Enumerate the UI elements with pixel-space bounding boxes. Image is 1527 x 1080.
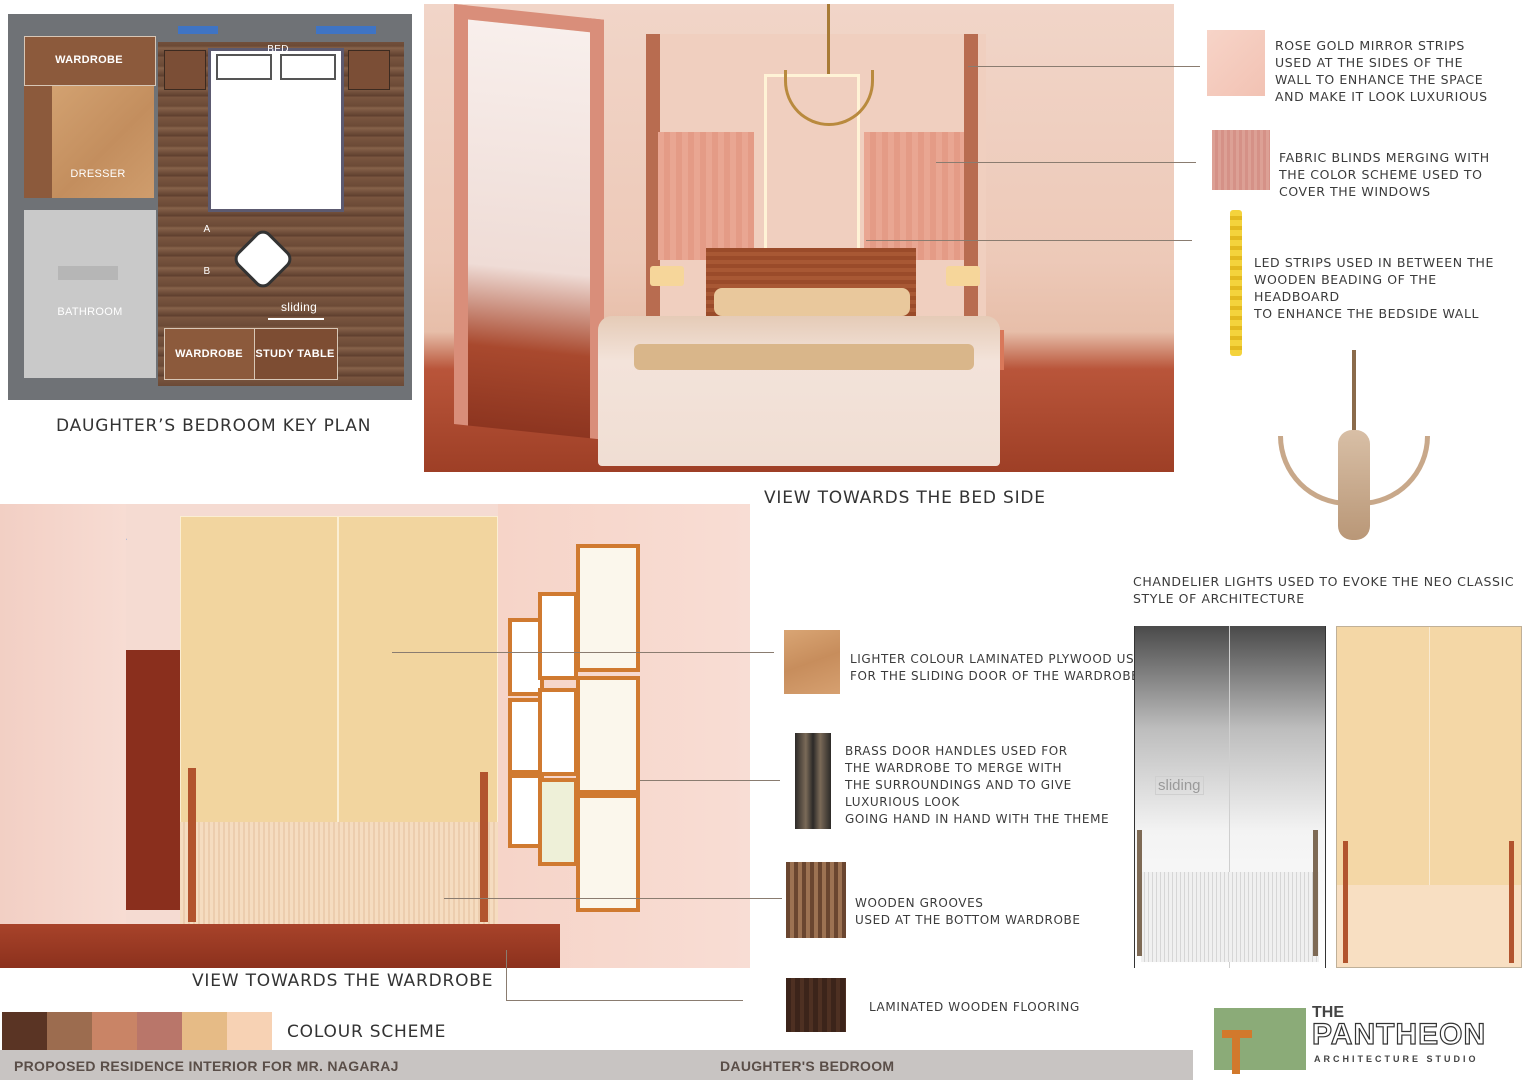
plan-bathroom-fixture [58, 266, 118, 280]
logo-studio: ARCHITECTURE STUDIO [1314, 1054, 1479, 1064]
wood-floor [0, 924, 560, 968]
pantheon-logo: THE PANTHEON ARCHITECTURE STUDIO [1214, 1004, 1514, 1078]
note-grooves: WOODEN GROOVES USED AT THE BOTTOM WARDRO… [855, 896, 1081, 927]
note-plywood: LIGHTER COLOUR LAMINATED PLYWOOD USED FO… [850, 652, 1152, 683]
left-wall [0, 504, 126, 924]
plan-nightstand-right [348, 50, 390, 90]
plan-pillow-right [280, 54, 336, 80]
art-frames [508, 538, 640, 912]
chandelier-center [1338, 430, 1370, 540]
elevation-wardrobe-bottom [1337, 885, 1521, 967]
elevation-sliding-label: sliding [1155, 776, 1204, 795]
logo-name: PANTHEON [1311, 1017, 1487, 1051]
plan-bathroom [24, 210, 156, 378]
colour-swatch [227, 1012, 272, 1050]
window-mark [178, 26, 218, 34]
plan-label-sliding: sliding [280, 300, 318, 314]
elevation-handle-right [1313, 830, 1318, 956]
footer-bar: PROPOSED RESIDENCE INTERIOR FOR MR. NAGA… [0, 1050, 1193, 1080]
plan-label-wardrobe-bottom: WARDROBE [175, 348, 243, 360]
note-led: LED STRIPS USED IN BETWEEN THE WOODEN BE… [1254, 255, 1494, 321]
plan-nightstand-left [164, 50, 206, 90]
wall-wood-panel [126, 650, 182, 910]
plan-pillow-left [216, 54, 272, 80]
frame [576, 794, 640, 912]
note-handles: BRASS DOOR HANDLES USED FOR THE WARDROBE… [845, 744, 1110, 826]
frame [576, 676, 640, 794]
elevation-handle-left [1137, 830, 1142, 956]
bed-side-caption: VIEW TOWARDS THE BED SIDE [764, 488, 1046, 508]
colour-swatch [137, 1012, 182, 1050]
wardrobe-caption: VIEW TOWARDS THE WARDROBE [192, 971, 494, 991]
lamp-left [650, 266, 684, 286]
leader-led [866, 240, 1192, 241]
frame [538, 688, 578, 776]
bed [598, 316, 1000, 466]
lamp-right [946, 266, 980, 286]
leader-handles [640, 780, 780, 781]
flooring-swatch [786, 978, 846, 1032]
led-swatch [1230, 210, 1242, 356]
logo-t-stem [1232, 1030, 1240, 1074]
note-blinds: FABRIC BLINDS MERGING WITH THE COLOR SCH… [1279, 150, 1490, 199]
plan-label-dresser: DRESSER [70, 168, 126, 180]
handles-swatch [795, 733, 831, 829]
note-chandelier: CHANDELIER LIGHTS USED TO EVOKE THE NEO … [1133, 574, 1515, 606]
key-plan-caption: DAUGHTER’S BEDROOM KEY PLAN [56, 416, 372, 436]
colour-scheme-label: COLOUR SCHEME [287, 1022, 447, 1042]
colour-swatch [92, 1012, 137, 1050]
elevation-grooves [1141, 872, 1319, 962]
bed-side-render [424, 4, 1174, 472]
bed-runner [634, 344, 974, 370]
note-flooring: LAMINATED WOODEN FLOORING [869, 1000, 1080, 1014]
wardrobe-grooves [180, 822, 498, 926]
colour-swatch [47, 1012, 92, 1050]
plan-label-bed: BED [267, 44, 289, 55]
chandelier-image [1242, 346, 1466, 564]
key-plan: WARDROBE DRESSER BATHROOM BED A B slidin… [8, 14, 412, 400]
plan-label-section-a: A [203, 224, 211, 235]
leader-plywood [392, 652, 774, 653]
pillows [714, 288, 910, 316]
footer-project: PROPOSED RESIDENCE INTERIOR FOR MR. NAGA… [14, 1058, 399, 1074]
plan-dresser-counter [24, 86, 52, 198]
leader-mirror [968, 66, 1200, 67]
plywood-swatch [784, 630, 840, 694]
note-mirror: ROSE GOLD MIRROR STRIPS USED AT THE SIDE… [1275, 38, 1488, 104]
plan-sliding-arrow [268, 318, 324, 320]
caption-bracket [506, 950, 743, 1001]
blinds-swatch [1212, 130, 1270, 190]
chandelier-chain [1352, 350, 1356, 430]
frame [538, 592, 578, 680]
window-mark [316, 26, 376, 34]
leader-blinds [936, 162, 1196, 163]
plan-label-study-table: STUDY TABLE [255, 348, 335, 360]
footer-sheet: DAUGHTER'S BEDROOM [720, 1058, 895, 1074]
colour-scheme-swatches [2, 1012, 272, 1050]
colour-swatch [2, 1012, 47, 1050]
plan-label-wardrobe-top: WARDROBE [55, 54, 123, 66]
leader-grooves [444, 898, 782, 899]
logo-mark [1214, 1008, 1306, 1070]
elevation-section: sliding [1134, 626, 1326, 968]
blind-left [658, 132, 754, 260]
elevation-wardrobe-handle-left [1343, 841, 1348, 963]
elevation-wardrobe-handle-right [1509, 841, 1514, 963]
mirror-swatch [1207, 30, 1265, 96]
handle-right [480, 772, 488, 922]
door-frame [454, 4, 604, 440]
frame [538, 778, 578, 866]
grooves-swatch [786, 862, 846, 938]
elevation-wardrobe [1336, 626, 1522, 968]
plan-label-section-b: B [203, 266, 211, 277]
plan-label-bathroom: BATHROOM [57, 306, 123, 318]
colour-swatch [182, 1012, 227, 1050]
chandelier-stem [827, 4, 830, 74]
handle-left [188, 768, 196, 922]
